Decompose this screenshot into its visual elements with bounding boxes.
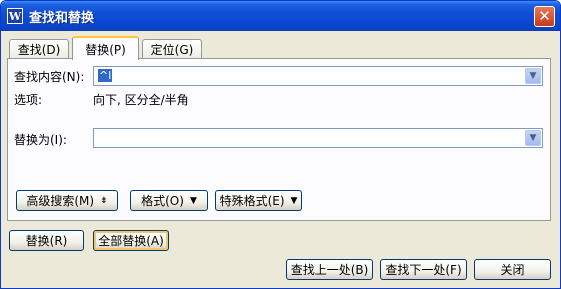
close-icon[interactable]: ✕ [534, 6, 555, 27]
tab-replace[interactable]: 替换(P) [72, 36, 139, 60]
dropdown-arrow-icon: ▼ [290, 195, 298, 206]
replace-tab-panel: 查找内容(N): ^l ▼ 选项: 向下, 区分全/半角 替换为(I): ▼ 高… [7, 58, 551, 221]
tab-find[interactable]: 查找(D) [9, 39, 69, 59]
special-format-label: 特殊格式(E) [219, 194, 285, 208]
close-button[interactable]: 关闭 [474, 259, 551, 280]
replace-with-label: 替换为(I): [14, 133, 67, 147]
format-label: 格式(O) [141, 194, 184, 208]
title-bar[interactable]: W 查找和替换 ✕ [1, 1, 560, 31]
advanced-search-button[interactable]: 高级搜索(M) ⇟ [16, 190, 118, 211]
options-value: 向下, 区分全/半角 [93, 93, 189, 107]
wps-writer-icon: W [7, 8, 23, 24]
find-what-combobox[interactable]: ^l ▼ [93, 66, 543, 86]
find-what-label: 查找内容(N): [14, 70, 85, 84]
special-format-button[interactable]: 特殊格式(E) ▼ [215, 190, 302, 211]
replace-button[interactable]: 替换(R) [9, 230, 84, 251]
chevron-down-icon[interactable]: ▼ [525, 68, 541, 84]
chevron-down-icon[interactable]: ▼ [525, 130, 541, 146]
replace-all-button[interactable]: 全部替换(A) [93, 230, 169, 251]
replace-with-combobox[interactable]: ▼ [93, 128, 543, 148]
find-next-button[interactable]: 查找下一处(F) [380, 259, 467, 280]
options-label: 选项: [14, 93, 43, 107]
find-previous-button[interactable]: 查找上一处(B) [286, 259, 373, 280]
expand-icon: ⇟ [100, 195, 108, 206]
dropdown-arrow-icon: ▼ [189, 195, 197, 206]
find-replace-dialog: W 查找和替换 ✕ 查找(D) 替换(P) 定位(G) 查找内容(N): ^l … [0, 0, 561, 289]
dialog-title: 查找和替换 [29, 10, 95, 26]
advanced-search-label: 高级搜索(M) [26, 194, 95, 208]
find-what-value[interactable]: ^l [98, 69, 113, 82]
format-button[interactable]: 格式(O) ▼ [130, 190, 208, 211]
tab-goto[interactable]: 定位(G) [142, 39, 202, 59]
